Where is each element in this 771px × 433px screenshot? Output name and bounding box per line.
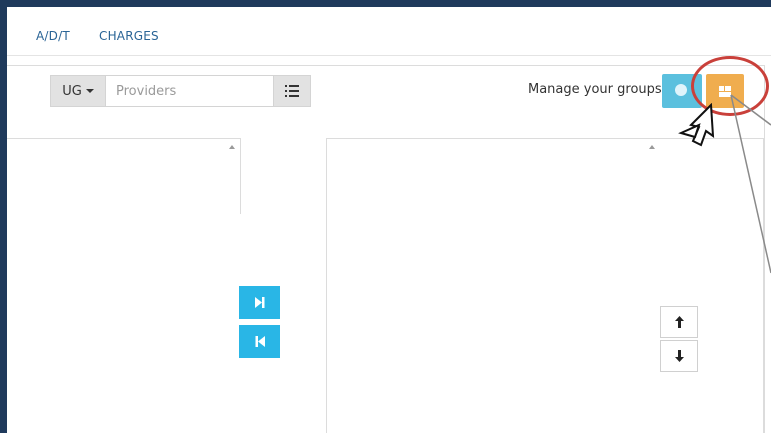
callout-lines xyxy=(730,94,771,274)
app-window: A/D/T CHARGES UG Manage your groups xyxy=(7,7,771,433)
mouse-pointer-icon xyxy=(678,103,715,147)
